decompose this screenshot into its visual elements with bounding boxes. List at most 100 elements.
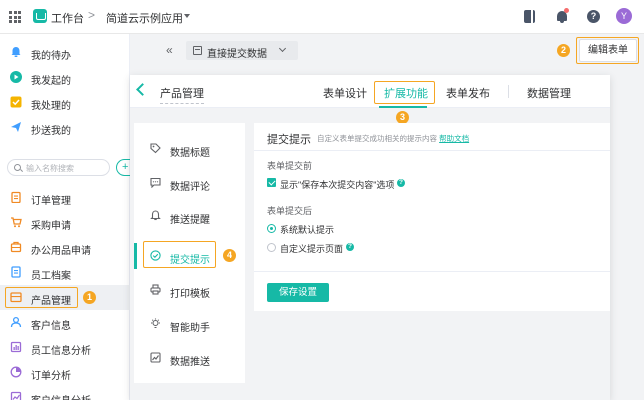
sidebar-item-label: 抄送我的 [31,126,71,137]
custom-page-radio[interactable] [267,243,276,252]
submit-data-dropdown[interactable]: 直接提交数据 [186,41,298,60]
workbench-logo-icon [33,9,47,23]
card-description: 自定义表单提交成功相关的提示内容 帮助文档 [317,133,469,144]
sidebar-item-order-analysis[interactable]: 订单分析 [0,360,130,385]
send-icon [10,71,22,83]
save-content-checkbox[interactable] [267,178,276,187]
save-content-option-label: 显示"保存本次提交内容"选项 [280,180,395,190]
submit-data-label: 直接提交数据 [207,49,267,60]
nav-item-label: 推送提醒 [170,215,210,226]
card-title: 提交提示 [267,134,311,146]
sidebar-item-purchase[interactable]: 采购申请 [0,210,130,235]
sidebar-item-initiated[interactable]: 我发起的 [0,65,130,90]
nav-item-push-reminder[interactable]: 推送提醒 [134,200,245,232]
question-icon[interactable]: ? [397,179,405,187]
sidebar-item-employee-analysis[interactable]: 员工信息分析 [0,335,130,360]
workbench-link[interactable]: 工作台 [51,10,84,26]
nav-item-label: 数据推送 [170,357,210,368]
tab-divider [508,85,509,98]
active-nav-indicator [134,243,137,269]
comment-icon [150,177,161,188]
box-icon [10,241,22,253]
nav-item-print-template[interactable]: 打印模板 [134,274,245,306]
collapse-sidebar-button[interactable]: « [166,43,173,57]
annotation-badge-1: 1 [83,291,96,304]
sidebar-item-employee-files[interactable]: 员工档案 [0,260,130,285]
sidebar-item-label: 员工信息分析 [31,346,91,357]
system-default-radio[interactable] [267,224,276,233]
form-editor-panel: 产品管理 表单设计 扩展功能 表单发布 数据管理 3 数据标题 数据评论 推送提… [130,75,610,400]
chevron-down-icon [278,44,287,53]
highlight-box-extensions-tab [374,81,435,104]
highlight-box-edit-form [576,37,639,64]
help-doc-link[interactable]: 帮助文档 [439,134,469,143]
pie-icon [10,366,22,378]
tab-form-design[interactable]: 表单设计 [323,85,367,101]
panel-header: 产品管理 表单设计 扩展功能 表单发布 数据管理 [130,75,610,108]
sidebar-item-label: 员工档案 [31,271,71,282]
top-bar: 工作台 > 简道云示例应用 ? Y [0,0,644,34]
sidebar-item-customer-analysis[interactable]: 客户信息分析 [0,385,130,400]
search-placeholder: 输入名称搜索 [26,164,74,173]
clipboard-icon [11,191,21,203]
form-icon [193,46,202,55]
search-icon [14,164,21,171]
paper-plane-icon [11,122,21,132]
card-description-text: 自定义表单提交成功相关的提示内容 [317,134,437,143]
tab-form-publish[interactable]: 表单发布 [446,85,490,101]
sidebar-item-orders[interactable]: 订单管理 [0,185,130,210]
before-submit-label: 表单提交前 [267,161,313,171]
nav-item-label: 打印模板 [170,289,210,300]
app-dropdown-caret-icon[interactable] [184,14,190,18]
nav-item-label: 数据标题 [170,148,210,159]
bell-outline-icon [150,210,161,221]
cart-icon [11,217,22,228]
nav-item-data-title[interactable]: 数据标题 [134,133,245,165]
annotation-badge-4: 4 [223,249,236,262]
book-icon[interactable] [524,10,535,23]
sidebar-item-cc[interactable]: 抄送我的 [0,115,130,140]
custom-page-label: 自定义提示页面 [280,244,344,254]
tag-icon [150,143,161,154]
nav-item-label: 数据评论 [170,182,210,193]
sidebar-item-label: 客户信息分析 [31,392,91,400]
breadcrumb-separator: > [88,8,96,22]
printer-icon [150,284,161,295]
sidebar-item-label: 订单分析 [31,371,71,382]
sidebar: 我的待办 我发起的 我处理的 抄送我的 输入名称搜索 + 订单管理 采购申请 办… [0,34,132,400]
app-grid-icon[interactable] [9,11,21,23]
nav-item-smart-assistant[interactable]: 智能助手 [134,308,245,340]
highlight-box-product-management [5,287,78,308]
sidebar-item-label: 采购申请 [31,221,71,232]
report-icon [10,391,22,400]
panel-title[interactable]: 产品管理 [160,85,204,104]
back-arrow-icon[interactable] [136,83,149,96]
notification-dot [564,8,569,13]
save-settings-button[interactable]: 保存设置 [267,283,329,302]
system-default-label: 系统默认提示 [280,225,335,235]
app-name[interactable]: 简道云示例应用 [106,10,183,26]
sidebar-item-label: 我处理的 [31,101,71,112]
push-chart-icon [150,352,161,363]
divider [254,150,610,151]
sidebar-item-label: 我的待办 [31,51,71,62]
nav-item-data-push[interactable]: 数据推送 [134,342,245,374]
active-tab-underline [379,106,427,108]
sidebar-item-todo[interactable]: 我的待办 [0,40,130,65]
after-submit-label: 表单提交后 [267,206,313,216]
sidebar-search-input[interactable]: 输入名称搜索 [7,159,110,176]
highlight-box-submit-prompt [143,241,216,268]
avatar[interactable]: Y [616,8,632,24]
sidebar-item-handled[interactable]: 我处理的 [0,90,130,115]
nav-item-label: 智能助手 [170,323,210,334]
tab-data-management[interactable]: 数据管理 [527,85,571,101]
sidebar-item-customer-info[interactable]: 客户信息 [0,310,130,335]
check-square-icon [10,96,22,108]
sidebar-item-office-supplies[interactable]: 办公用品申请 [0,235,130,260]
sidebar-item-label: 我发起的 [31,76,71,87]
file-icon [11,266,21,278]
nav-item-data-comment[interactable]: 数据评论 [134,167,245,199]
question-icon[interactable]: ? [346,243,354,251]
chart-icon [10,341,22,353]
help-icon[interactable]: ? [587,10,600,23]
